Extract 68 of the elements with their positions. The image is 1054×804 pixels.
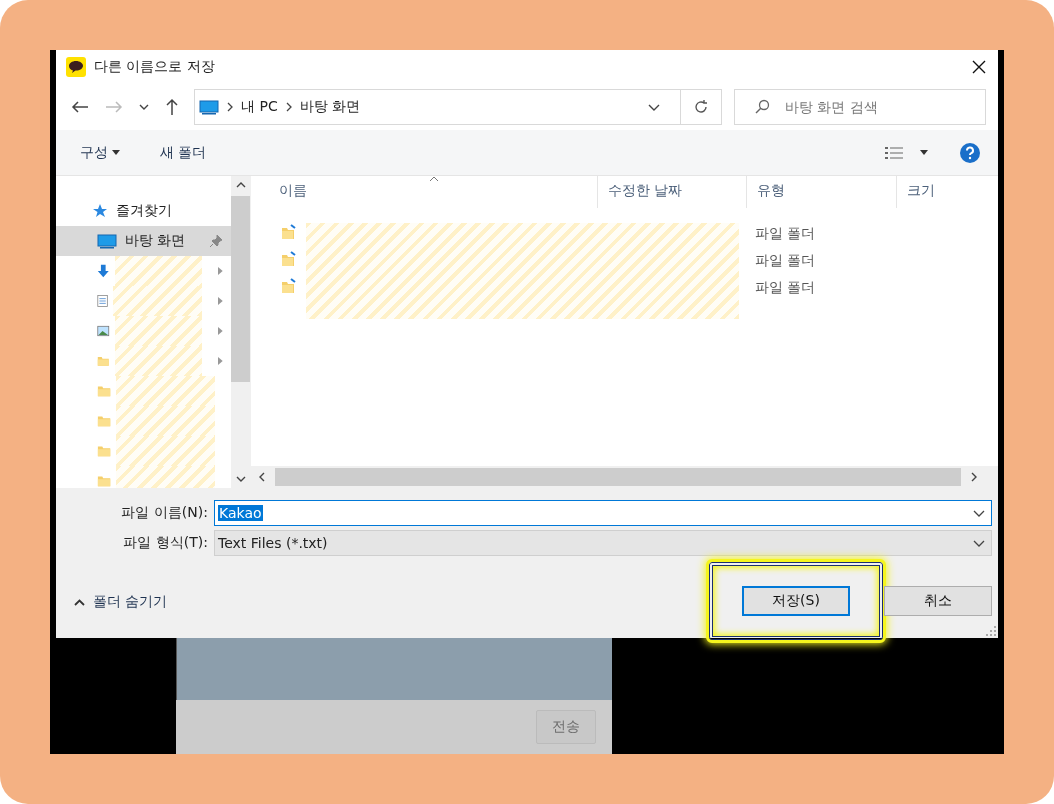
folder-icon <box>97 474 112 488</box>
pin-icon <box>209 234 223 248</box>
back-arrow-icon[interactable] <box>71 100 89 114</box>
chevron-right-icon <box>218 266 223 276</box>
chevron-right-icon <box>218 296 223 306</box>
up-arrow-icon[interactable] <box>165 98 179 116</box>
sidebar-item[interactable]: 바탕 화면 <box>56 226 231 256</box>
column-header[interactable]: 유형 <box>747 176 897 208</box>
organize-button[interactable]: 구성 <box>72 139 128 166</box>
sidebar-label: 바탕 화면 <box>125 232 186 250</box>
caret-icon <box>112 150 120 155</box>
column-header[interactable]: 이름 <box>251 176 598 208</box>
caret-icon[interactable] <box>920 150 928 155</box>
refresh-icon[interactable] <box>693 99 709 115</box>
folder-icon <box>97 444 112 458</box>
scroll-right-icon[interactable] <box>971 472 977 482</box>
hide-folders-button[interactable]: 폴더 숨기기 <box>68 592 174 612</box>
folder-icon <box>281 251 297 267</box>
address-bar[interactable]: 내 PC 바탕 화면 <box>194 89 722 125</box>
folder-icon <box>281 224 297 240</box>
table-cell-text: 파일 폴더 <box>754 251 817 270</box>
search-field[interactable]: 바탕 화면 검색 <box>734 89 986 125</box>
close-icon[interactable] <box>972 60 986 74</box>
field-label: 파일 이름(N): <box>120 504 209 522</box>
chevron-up-icon <box>74 598 85 606</box>
resize-grip-icon[interactable] <box>986 626 996 636</box>
download-arrow-icon <box>97 263 110 279</box>
folder-icon <box>97 384 112 398</box>
filename-field[interactable]: Kakao <box>214 500 992 526</box>
scrollbar-thumb[interactable] <box>231 196 250 382</box>
breadcrumb[interactable]: 바탕 화면 <box>299 98 361 116</box>
document-icon <box>97 293 109 309</box>
scroll-left-icon[interactable] <box>259 472 265 482</box>
chevron-down-icon[interactable] <box>648 103 660 111</box>
chevron-down-icon <box>973 509 985 517</box>
column-header[interactable]: 크기 <box>897 176 998 208</box>
folder-icon <box>281 278 297 294</box>
dialog-button[interactable]: 저장(S) <box>742 586 850 616</box>
sidebar-label: 즐겨찾기 <box>116 202 172 220</box>
monitor-icon <box>199 99 219 115</box>
search-icon <box>754 99 770 115</box>
chevron-right-icon <box>218 356 223 366</box>
scroll-up-icon[interactable] <box>235 182 246 188</box>
chevron-down-icon[interactable] <box>139 104 149 110</box>
column-header[interactable]: 수정한 날짜 <box>598 176 747 208</box>
chevron-right-icon <box>285 102 292 112</box>
folder-icon <box>97 414 112 428</box>
sort-caret-icon <box>429 176 439 182</box>
folder-icon <box>97 354 110 368</box>
help-icon[interactable] <box>960 142 980 163</box>
breadcrumb[interactable]: 내 PC <box>241 98 278 116</box>
scroll-down-icon[interactable] <box>235 476 246 482</box>
table-cell-text: 파일 폴더 <box>754 278 817 297</box>
window-title: 다른 이름으로 저장 <box>94 58 216 76</box>
chevron-right-icon <box>218 326 223 336</box>
field-label: 파일 형식(T): <box>122 534 209 552</box>
view-list-icon[interactable] <box>884 144 904 161</box>
scrollbar-thumb[interactable] <box>275 468 961 486</box>
new-folder-button[interactable]: 새 폴더 <box>152 139 215 166</box>
chat-bubble-icon <box>66 57 86 77</box>
file-type-dropdown[interactable]: Text Files (*.txt) <box>214 530 992 556</box>
image-icon <box>97 324 110 338</box>
chevron-down-icon <box>973 539 985 547</box>
table-cell-text: 파일 폴더 <box>754 224 817 243</box>
sidebar-item[interactable]: 즐겨찾기 <box>56 196 231 226</box>
chevron-right-icon <box>227 102 233 112</box>
dialog-button[interactable]: 취소 <box>884 586 992 616</box>
monitor-icon <box>97 233 117 249</box>
